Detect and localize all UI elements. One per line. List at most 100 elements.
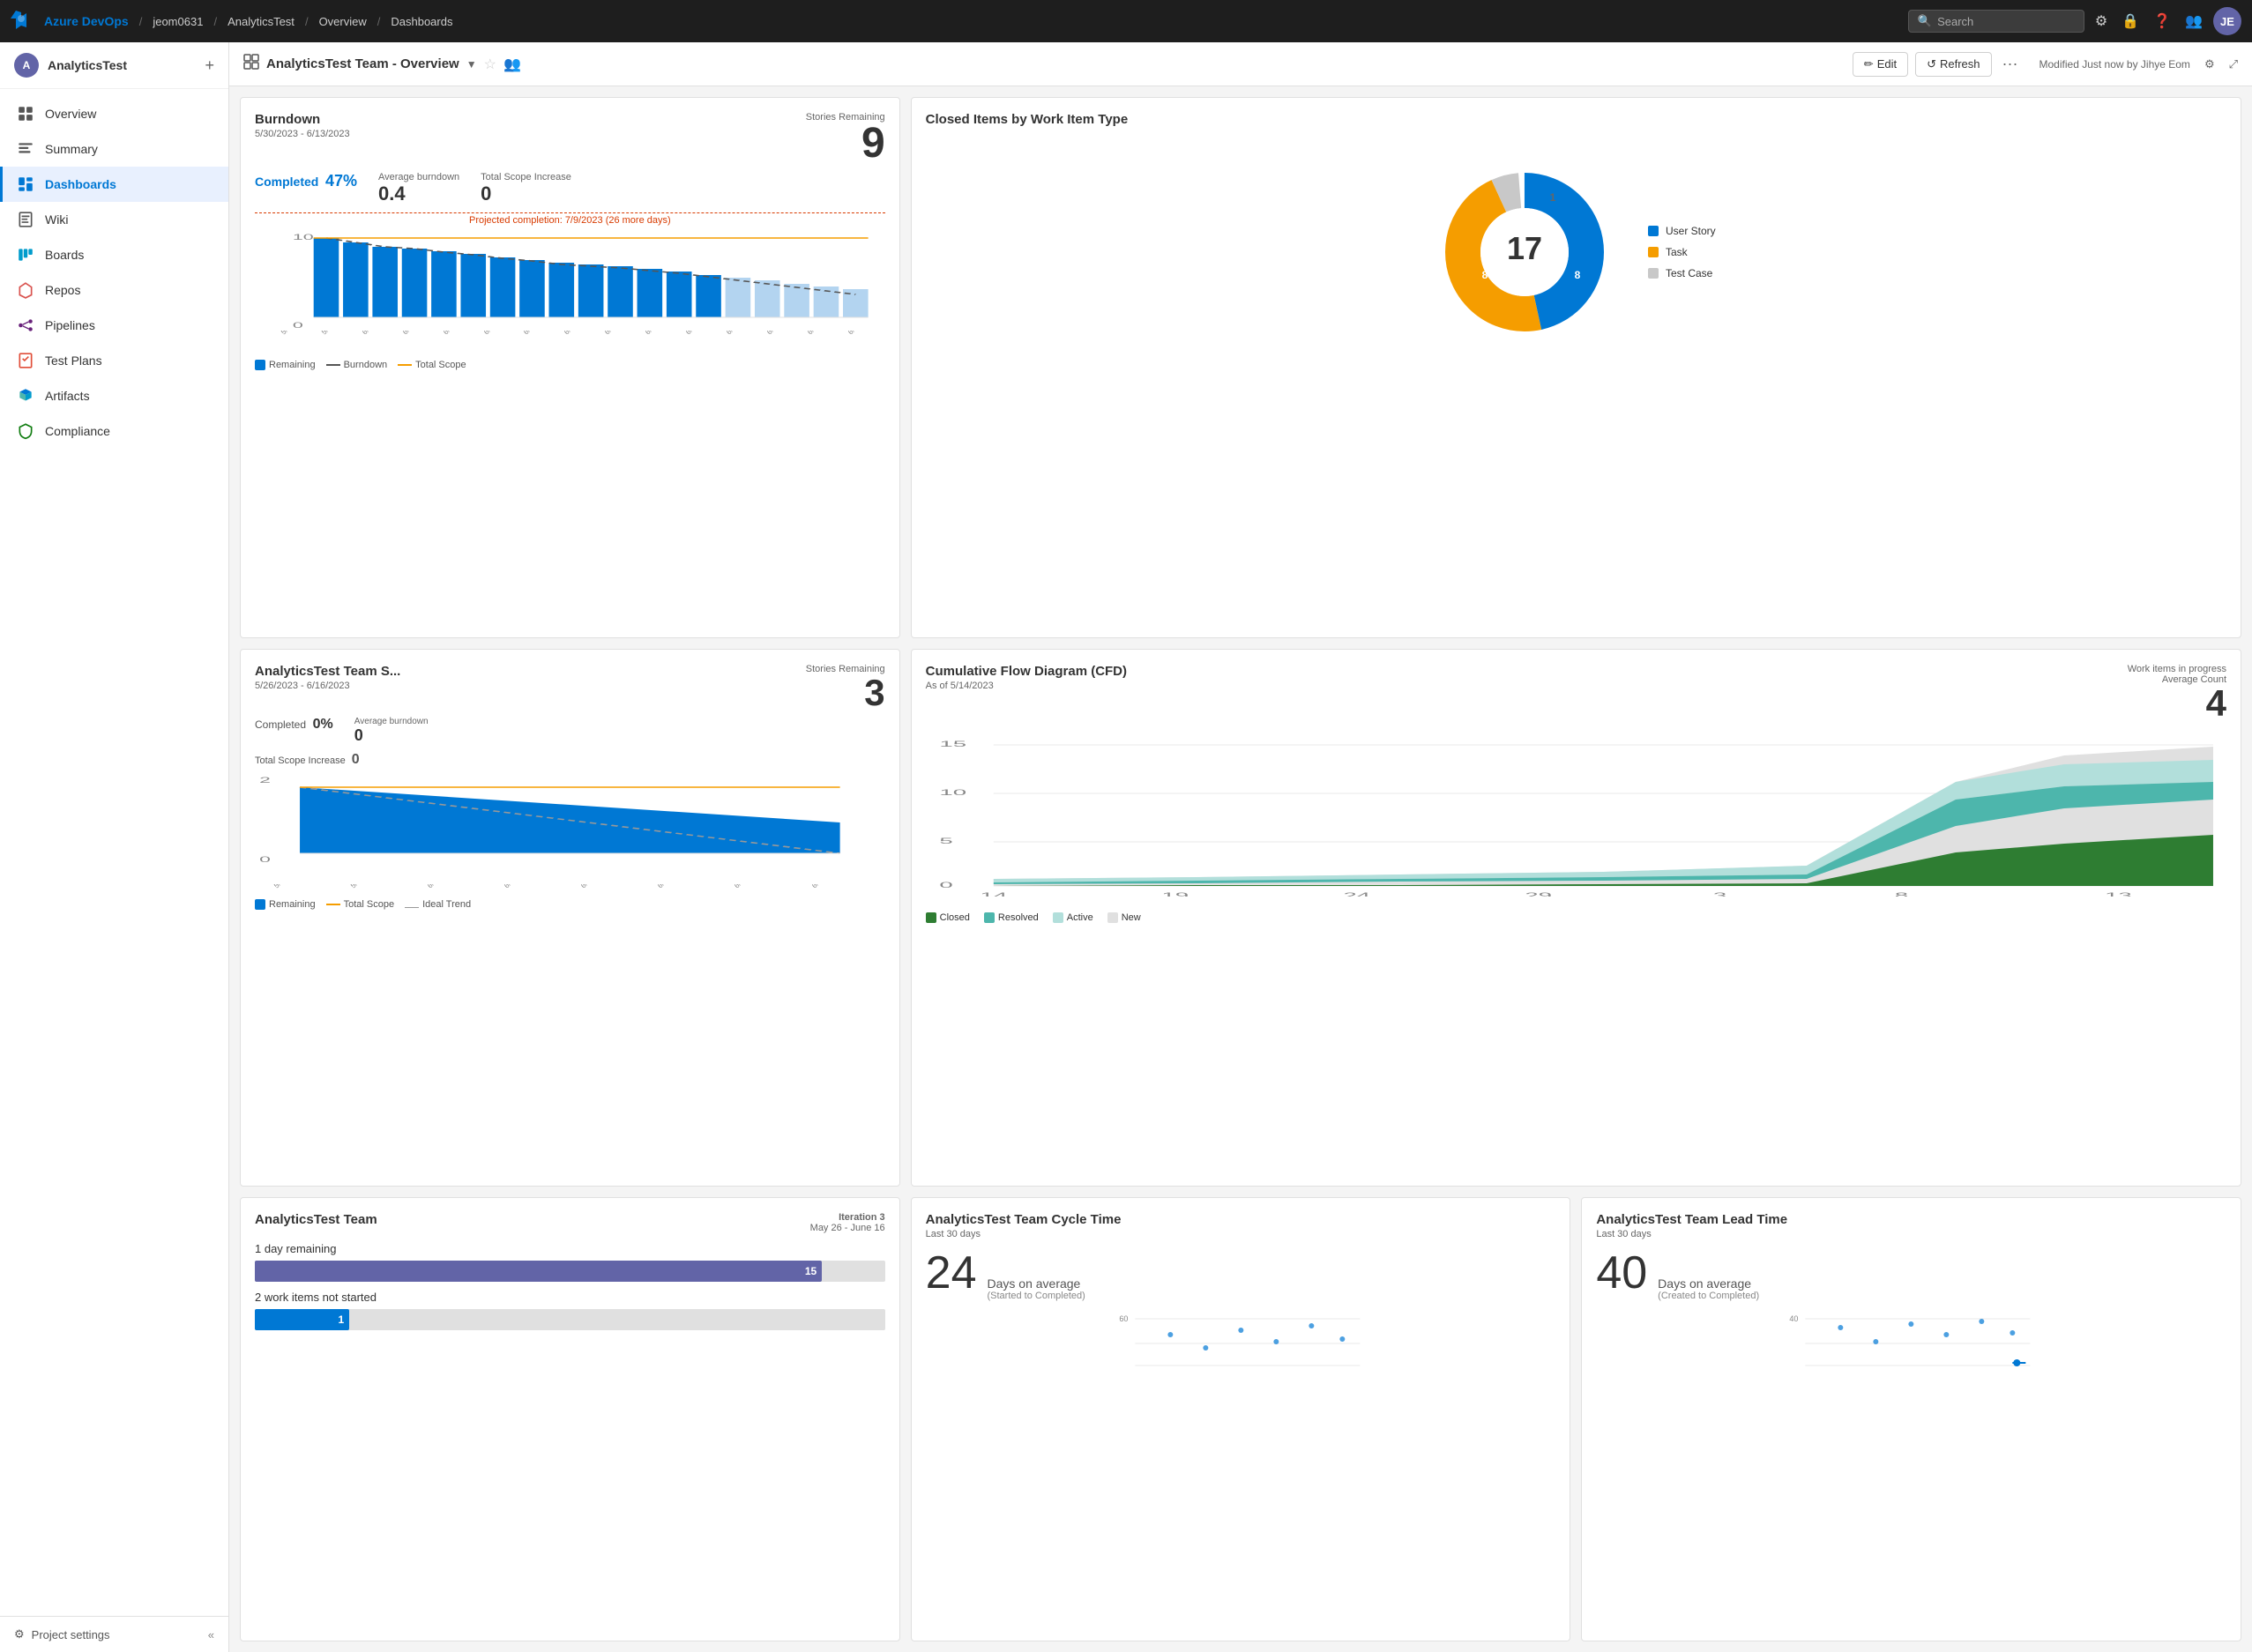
add-project-icon[interactable]: +	[205, 56, 214, 75]
azure-devops-logo	[11, 8, 32, 34]
svg-text:5: 5	[939, 837, 952, 845]
brand-name[interactable]: Azure DevOps	[44, 14, 129, 28]
svg-text:10: 10	[939, 788, 966, 797]
avg-burndown-value: 0.4	[378, 182, 459, 205]
cycle-time-sub: (Started to Completed)	[988, 1291, 1085, 1301]
project-settings[interactable]: ⚙ Project settings «	[0, 1616, 228, 1652]
cycle-time-card: AnalyticsTest Team Cycle Time Last 30 da…	[911, 1197, 1571, 1641]
sidebar-label-pipelines: Pipelines	[45, 318, 95, 332]
burndown-card: Burndown 5/30/2023 - 6/13/2023 Stories R…	[240, 97, 900, 638]
cycle-time-title: AnalyticsTest Team Cycle Time	[926, 1212, 1556, 1227]
legend-user-story: User Story	[1666, 225, 1716, 237]
burndown-title: Burndown	[255, 112, 350, 127]
expand-icon[interactable]: ⤢	[2229, 57, 2238, 71]
total-scope-label: Total Scope Increase	[481, 172, 571, 182]
sidebar-item-wiki[interactable]: Wiki	[0, 202, 228, 237]
sidebar-item-summary[interactable]: Summary	[0, 131, 228, 167]
search-box[interactable]: 🔍	[1908, 10, 2084, 33]
collapse-icon[interactable]: «	[208, 1628, 214, 1641]
completed-pct: 47%	[325, 172, 357, 190]
svg-text:14: 14	[980, 891, 1007, 897]
sidebar-label-test-plans: Test Plans	[45, 353, 102, 368]
donut-container: 17 8 8 1 User Story Task Test Case	[926, 129, 2226, 376]
legend-test-case: Test Case	[1666, 267, 1712, 279]
dash-settings-icon[interactable]: ⚙	[2204, 57, 2215, 71]
dashboards-icon	[17, 175, 34, 193]
compliance-icon	[17, 422, 34, 440]
closed-items-title: Closed Items by Work Item Type	[926, 112, 2226, 127]
sprint-total-scope: Total Scope Increase 0	[255, 752, 885, 768]
sprint-card: AnalyticsTest Team S... 5/26/2023 - 6/16…	[240, 649, 900, 1186]
edit-button[interactable]: ✏ Edit	[1853, 52, 1908, 77]
sidebar-item-test-plans[interactable]: Test Plans	[0, 343, 228, 378]
sidebar-item-artifacts[interactable]: Artifacts	[0, 378, 228, 413]
not-started-label: 2 work items not started	[255, 1291, 885, 1304]
cfd-work-items-label: Work items in progress	[2128, 664, 2226, 674]
sidebar-item-compliance[interactable]: Compliance	[0, 413, 228, 449]
crumb-org[interactable]: jeom0631	[153, 15, 203, 28]
sidebar-item-pipelines[interactable]: Pipelines	[0, 308, 228, 343]
sidebar-label-boards: Boards	[45, 248, 84, 262]
cycle-time-subtitle: Last 30 days	[926, 1229, 1556, 1239]
dashboard-header: AnalyticsTest Team - Overview ▼ ☆ 👥 ✏ Ed…	[229, 42, 2252, 86]
lead-time-card: AnalyticsTest Team Lead Time Last 30 day…	[1581, 1197, 2241, 1641]
sprint-stats: Completed 0% Average burndown 0	[255, 717, 885, 745]
svg-text:2: 2	[259, 776, 271, 785]
sidebar-nav: Overview Summary Dashboards Wiki	[0, 89, 228, 1616]
svg-text:8: 8	[1482, 269, 1488, 281]
cfd-header: Cumulative Flow Diagram (CFD) As of 5/14…	[926, 664, 2226, 722]
help-icon[interactable]: ❓	[2150, 9, 2174, 33]
people-icon[interactable]: 👥	[2181, 9, 2206, 33]
iteration-header: AnalyticsTest Team Iteration 3 May 26 - …	[255, 1212, 885, 1233]
donut-legend: User Story Task Test Case	[1648, 225, 1716, 279]
crumb-project[interactable]: AnalyticsTest	[227, 15, 295, 28]
cfd-asof: As of 5/14/2023	[926, 681, 1127, 691]
burndown-header: Burndown 5/30/2023 - 6/13/2023 Stories R…	[255, 112, 885, 165]
svg-text:19: 19	[1161, 891, 1189, 897]
svg-text:15: 15	[939, 740, 966, 748]
favorite-icon[interactable]: ☆	[484, 56, 496, 73]
test-plans-icon	[17, 352, 34, 369]
main-content: AnalyticsTest Team - Overview ▼ ☆ 👥 ✏ Ed…	[229, 42, 2252, 1652]
settings-icon[interactable]: ⚙	[2092, 9, 2111, 33]
svg-text:0: 0	[293, 321, 303, 330]
svg-text:29: 29	[1525, 891, 1552, 897]
projection-text: Projected completion: 7/9/2023 (26 more …	[255, 212, 885, 226]
crumb-overview[interactable]: Overview	[319, 15, 367, 28]
search-input[interactable]	[1937, 15, 2061, 28]
cfd-legend: Closed Resolved Active New	[926, 912, 2226, 923]
svg-text:10: 10	[293, 233, 314, 242]
sidebar-item-repos[interactable]: Repos	[0, 272, 228, 308]
repos-icon	[17, 281, 34, 299]
svg-text:1: 1	[1550, 191, 1556, 204]
sidebar-item-boards[interactable]: Boards	[0, 237, 228, 272]
svg-text:17: 17	[1507, 230, 1542, 266]
more-options-icon[interactable]: ···	[1999, 51, 2022, 77]
edit-pencil-icon: ✏	[1864, 57, 1874, 71]
sidebar: A AnalyticsTest + Overview Summary	[0, 42, 229, 1652]
cycle-time-days: 24	[926, 1246, 977, 1299]
cfd-avg-value: 4	[2128, 685, 2226, 722]
sprint-dates: 5/26/2023 - 6/16/2023	[255, 681, 400, 691]
dashboard-grid: Burndown 5/30/2023 - 6/13/2023 Stories R…	[229, 86, 2252, 1652]
total-scope-value: 0	[481, 182, 571, 205]
iteration-card: AnalyticsTest Team Iteration 3 May 26 - …	[240, 1197, 900, 1641]
team-icon[interactable]: 👥	[503, 56, 521, 73]
sidebar-item-overview[interactable]: Overview	[0, 96, 228, 131]
crumb-dashboards[interactable]: Dashboards	[391, 15, 452, 28]
sidebar-label-artifacts: Artifacts	[45, 389, 90, 403]
sidebar-item-dashboards[interactable]: Dashboards	[0, 167, 228, 202]
cfd-card: Cumulative Flow Diagram (CFD) As of 5/14…	[911, 649, 2241, 1186]
topbar: Azure DevOps / jeom0631 / AnalyticsTest …	[0, 0, 2252, 42]
burndown-dates: 5/30/2023 - 6/13/2023	[255, 129, 350, 139]
lock-icon[interactable]: 🔒	[2118, 9, 2143, 33]
burndown-stats: Completed 47% Average burndown 0.4 Total…	[255, 172, 885, 205]
lead-time-sub: (Created to Completed)	[1658, 1291, 1759, 1301]
sidebar-label-dashboards: Dashboards	[45, 177, 116, 191]
sep3: /	[305, 15, 309, 28]
artifacts-icon	[17, 387, 34, 405]
donut-chart: 17 8 8 1	[1436, 164, 1613, 340]
refresh-button[interactable]: ↺ Refresh	[1915, 52, 1991, 77]
avatar[interactable]: JE	[2213, 7, 2241, 35]
dashboard-chevron-icon[interactable]: ▼	[466, 58, 477, 71]
